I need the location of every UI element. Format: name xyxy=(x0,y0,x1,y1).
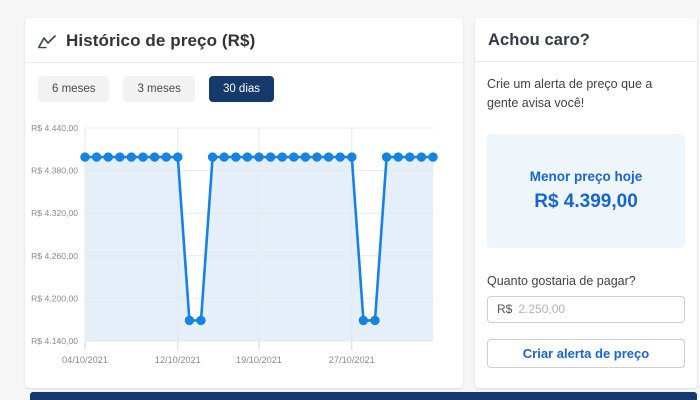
price-history-title: Histórico de preço (R$) xyxy=(66,31,256,50)
svg-text:R$ 4.380,00: R$ 4.380,00 xyxy=(31,166,78,176)
price-history-header: Histórico de preço (R$) xyxy=(25,18,463,63)
svg-text:R$ 4.440,00: R$ 4.440,00 xyxy=(31,123,78,133)
svg-text:R$ 4.140,00: R$ 4.140,00 xyxy=(31,336,78,346)
best-price-value: R$ 4.399,00 xyxy=(534,190,638,212)
best-price-box: Menor preço hoje R$ 4.399,00 xyxy=(487,133,685,248)
price-chart: R$ 4.440,00 R$ 4.380,00 R$ 4.320,00 R$ 4.26… xyxy=(31,123,438,365)
currency-prefix: R$ xyxy=(497,302,513,317)
best-price-label: Menor preço hoje xyxy=(529,168,643,184)
price-alert-title: Achou caro? xyxy=(488,31,590,49)
tab-30-dias[interactable]: 30 dias xyxy=(208,76,275,102)
desired-price-field[interactable]: R$ xyxy=(487,295,685,323)
svg-text:12/10/2021: 12/10/2021 xyxy=(155,355,201,365)
price-alert-card: Achou caro? Crie um alerta de preço que … xyxy=(475,18,697,388)
svg-text:27/10/2021: 27/10/2021 xyxy=(329,355,375,365)
tab-6-meses[interactable]: 6 meses xyxy=(38,76,110,102)
next-section-bar xyxy=(30,392,697,400)
price-history-card: Histórico de preço (R$) 6 meses 3 meses … xyxy=(25,18,463,388)
period-tabs: 6 meses 3 meses 30 dias xyxy=(25,63,463,102)
trend-chart-icon xyxy=(38,34,57,49)
tab-3-meses[interactable]: 3 meses xyxy=(123,76,195,102)
svg-text:R$ 4.200,00: R$ 4.200,00 xyxy=(31,293,78,303)
price-alert-description: Crie um alerta de preço que a gente avis… xyxy=(487,77,653,111)
price-alert-header: Achou caro? xyxy=(475,18,697,62)
svg-text:04/10/2021: 04/10/2021 xyxy=(62,355,108,365)
price-chart-area: R$ 4.440,00 R$ 4.380,00 R$ 4.320,00 R$ 4.26… xyxy=(25,113,463,381)
svg-text:19/10/2021: 19/10/2021 xyxy=(236,355,282,365)
svg-text:R$ 4.320,00: R$ 4.320,00 xyxy=(31,208,78,218)
desired-price-label: Quanto gostaria de pagar? xyxy=(487,273,636,288)
svg-text:R$ 4.260,00: R$ 4.260,00 xyxy=(31,251,78,261)
desired-price-input[interactable] xyxy=(516,301,675,318)
create-alert-button[interactable]: Criar alerta de preço xyxy=(487,338,685,368)
